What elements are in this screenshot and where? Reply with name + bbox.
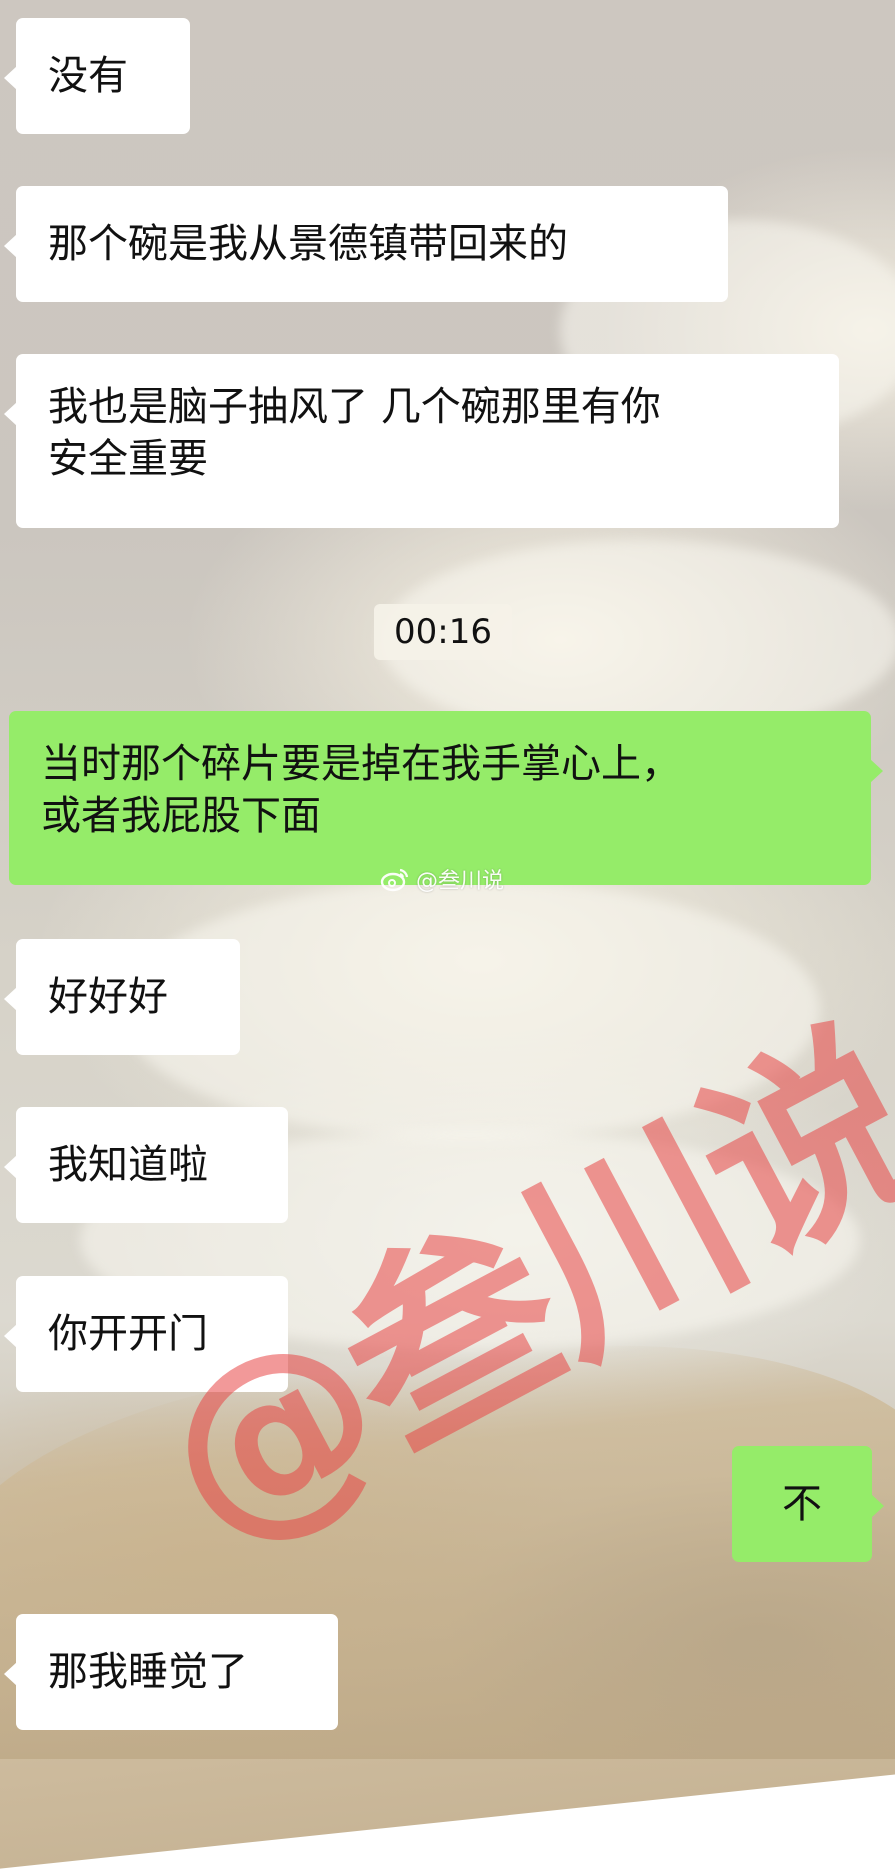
message-incoming[interactable]: 那个碗是我从景德镇带回来的 — [4, 186, 728, 302]
message-timestamp: 00:16 — [374, 604, 512, 660]
message-incoming[interactable]: 我知道啦 — [4, 1107, 288, 1223]
message-incoming[interactable]: 那我睡觉了 — [4, 1614, 338, 1730]
weibo-icon — [380, 868, 409, 892]
message-outgoing[interactable]: 不 — [732, 1446, 884, 1562]
message-outgoing[interactable]: 当时那个碎片要是掉在我手掌心上， 或者我屁股下面 — [9, 711, 883, 885]
weibo-watermark: @叁川说 — [380, 862, 504, 896]
weibo-watermark-text: @叁川说 — [416, 869, 505, 894]
message-incoming[interactable]: 我也是脑子抽风了 几个碗那里有你 安全重要 — [4, 354, 839, 528]
message-incoming[interactable]: 好好好 — [4, 939, 240, 1055]
message-incoming[interactable]: 没有 — [4, 18, 190, 134]
